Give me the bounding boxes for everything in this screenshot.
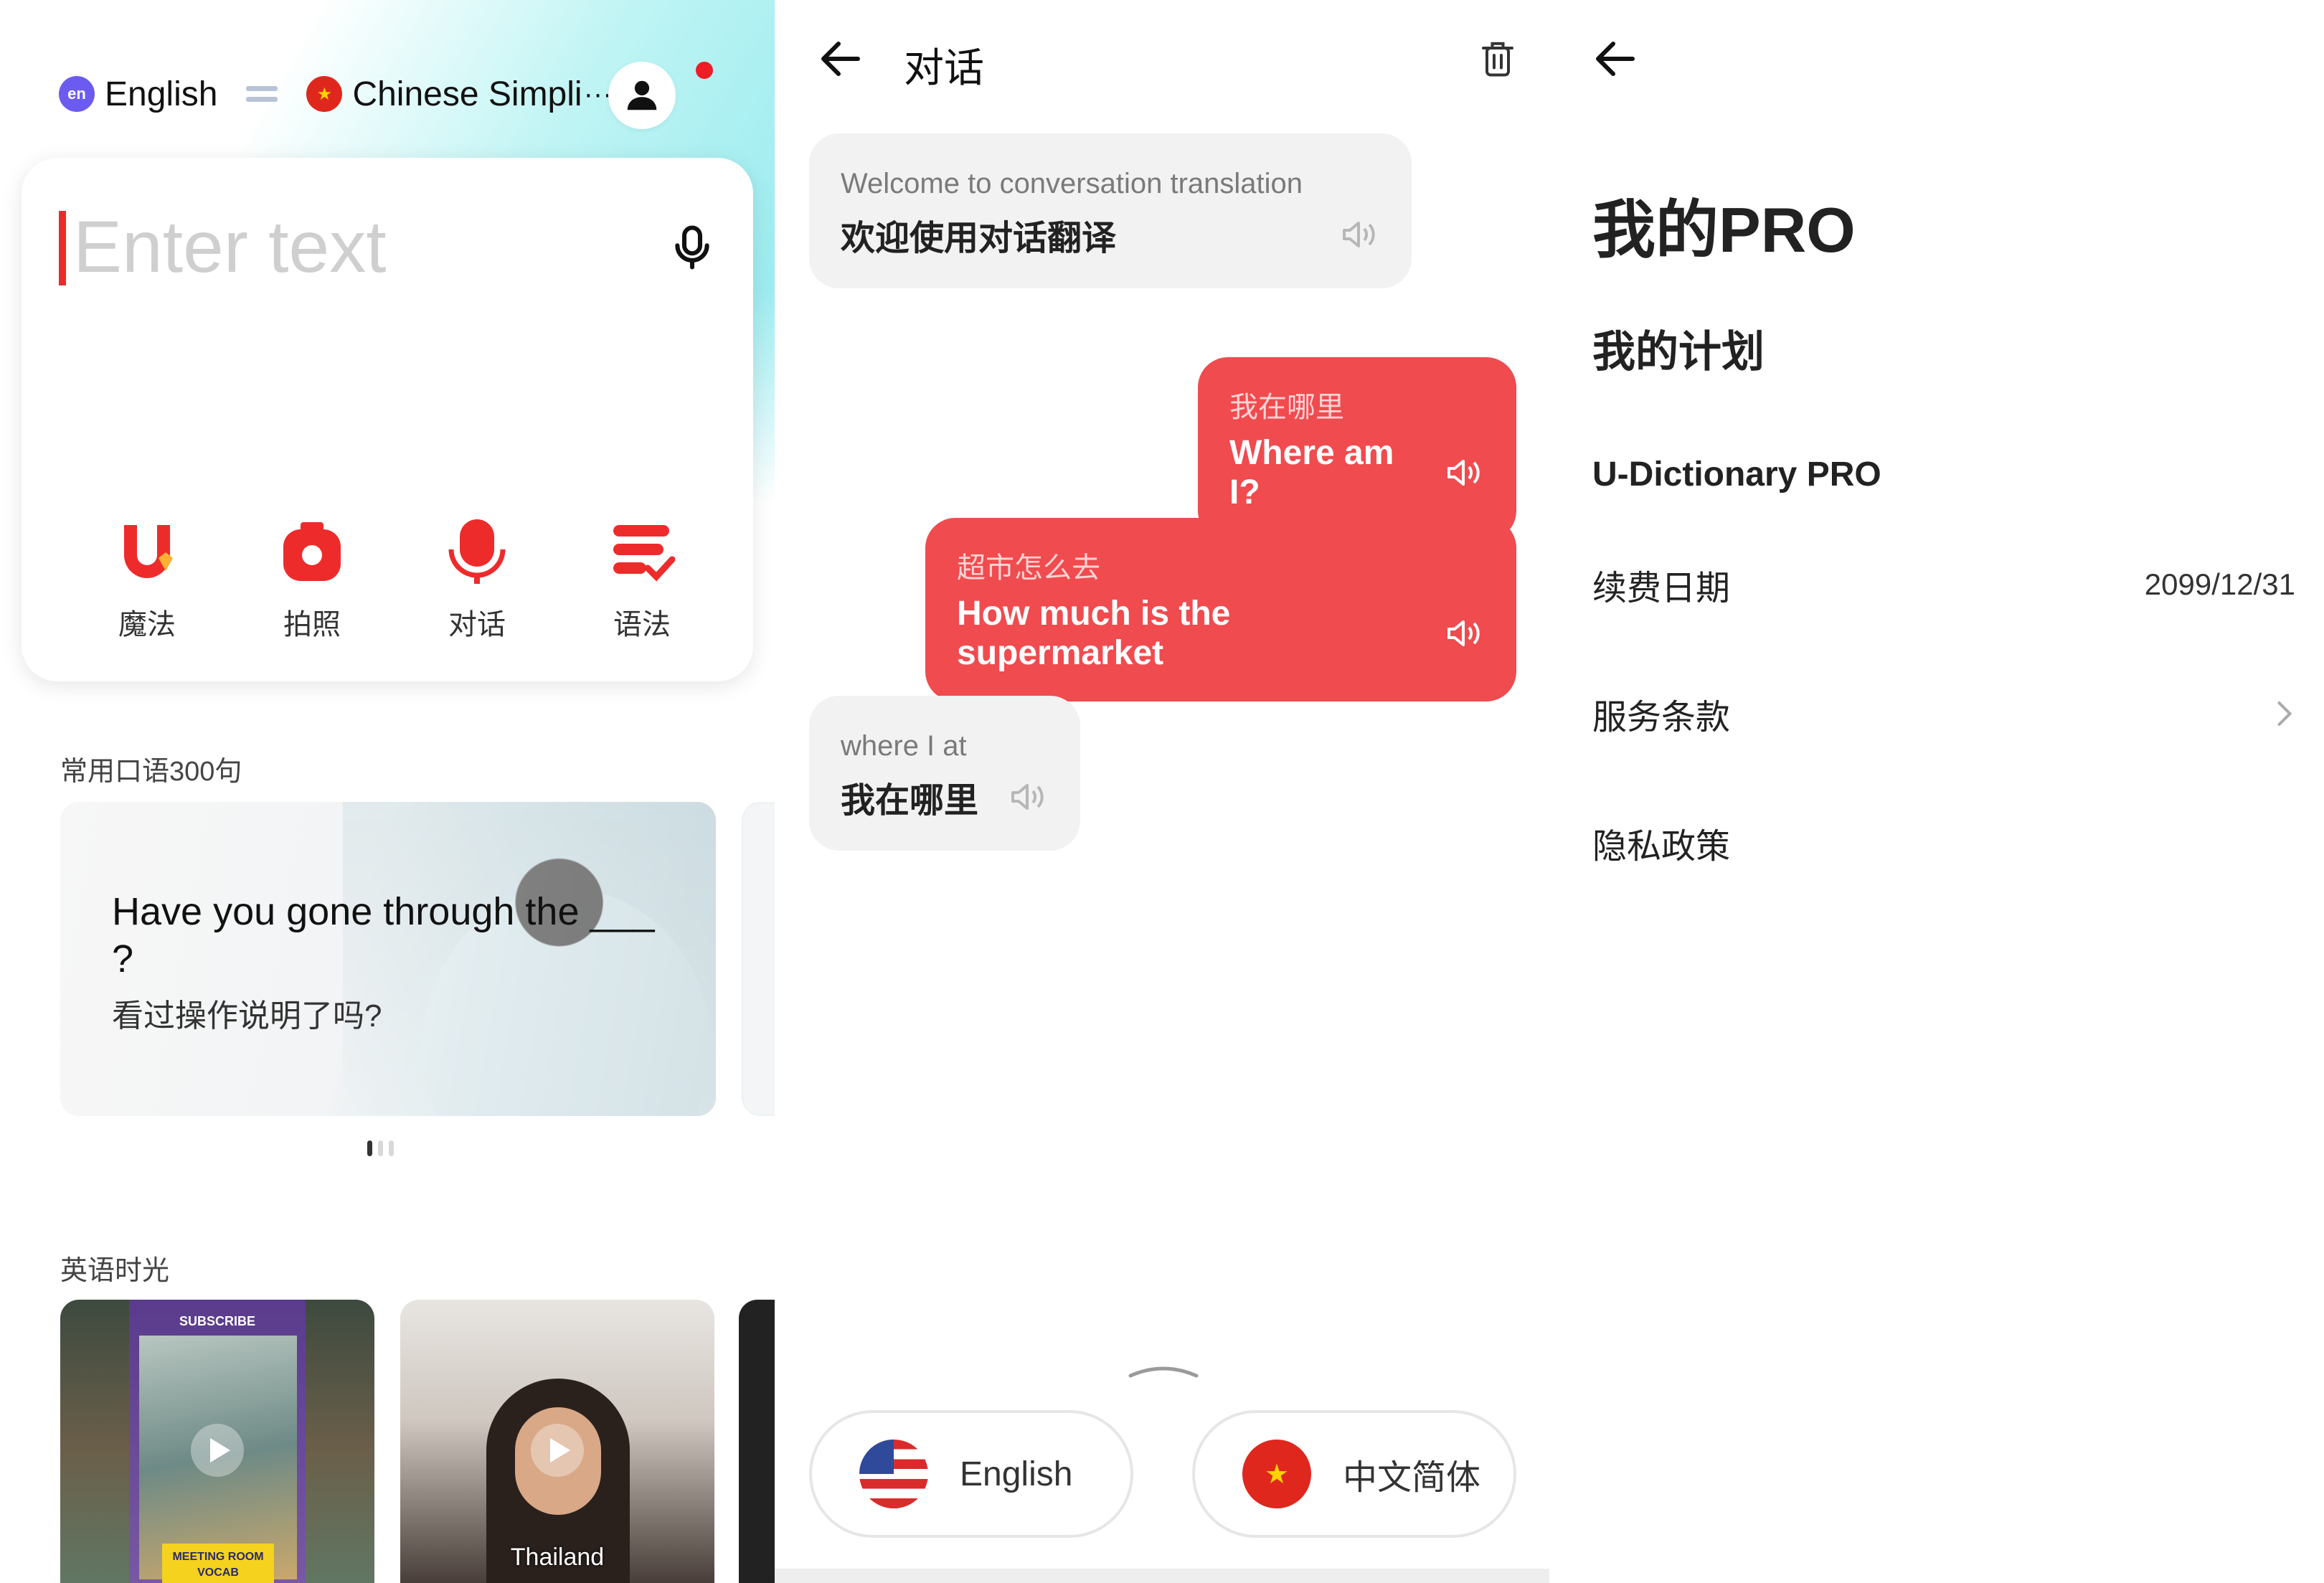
video-caption: Thailand — [510, 1544, 605, 1571]
input-card: Enter text 魔法 拍照 对话 语法 — [22, 158, 753, 681]
feature-camera[interactable]: 拍照 — [230, 516, 395, 643]
feature-grammar-label: 语法 — [613, 609, 671, 641]
plan-name: U-Dictionary PRO — [1592, 455, 1881, 493]
bottom-bar — [775, 1569, 1549, 1583]
play-icon[interactable] — [531, 1424, 584, 1477]
feature-conversation[interactable]: 对话 — [395, 516, 559, 643]
video-caption: MEETING ROOM VOCAB — [162, 1544, 274, 1583]
videos-section-title: 英语时光 — [60, 1256, 170, 1286]
english-badge-icon[interactable]: en — [59, 76, 95, 112]
message-translation: How much is the supermarket — [957, 595, 1231, 672]
feature-camera-label: 拍照 — [283, 609, 341, 641]
source-language[interactable]: English — [105, 75, 217, 114]
conversation-screen: 对话 Welcome to conversation translation 欢… — [775, 0, 1549, 1583]
target-language[interactable]: Chinese Simpli — [352, 75, 582, 114]
message-translation: 我在哪里 — [841, 782, 979, 820]
magic-u-icon — [124, 525, 173, 578]
expand-handle-icon[interactable] — [1128, 1364, 1199, 1379]
my-pro-screen: 我的PRO 我的计划 U-Dictionary PRO 续费日期 2099/12… — [1549, 0, 2324, 1583]
swap-languages-icon[interactable] — [246, 82, 278, 106]
speaker-icon[interactable] — [1340, 217, 1380, 252]
phrase-english: Have you gone through the ___ ? — [112, 890, 655, 980]
trash-icon[interactable] — [1476, 36, 1519, 82]
feature-conversation-label: 对话 — [448, 609, 506, 641]
feature-grammar[interactable]: 语法 — [559, 516, 724, 643]
phrase-chinese: 看过操作说明了吗? — [112, 998, 382, 1034]
language-bar: en English ★ Chinese Simpli ··· — [59, 63, 613, 125]
next-phrase-card[interactable] — [742, 802, 775, 1116]
speaker-icon[interactable] — [1445, 616, 1485, 651]
english-button-label: English — [960, 1455, 1073, 1493]
message-translation: 欢迎使用对话翻译 — [841, 219, 1117, 257]
plan-heading: 我的计划 — [1592, 328, 1765, 376]
renewal-date-row: 续费日期 2099/12/31 — [1592, 552, 2295, 617]
message-translation: Where am I? — [1229, 434, 1394, 511]
renewal-date-label: 续费日期 — [1592, 570, 1731, 608]
profile-button[interactable] — [608, 62, 676, 129]
page-title: 我的PRO — [1592, 194, 1856, 265]
chevron-right-icon — [2277, 701, 2292, 726]
microphone-icon — [448, 519, 506, 584]
video-card[interactable]: SUBSCRIBE MEETING ROOM VOCAB — [60, 1300, 374, 1583]
back-arrow-icon[interactable] — [815, 33, 866, 85]
message-source-text: where I at — [841, 730, 967, 762]
phrase-card[interactable]: Have you gone through the ___ ? 看过操作说明了吗… — [60, 802, 716, 1116]
chinese-speak-button[interactable]: ★ 中文简体 — [1192, 1410, 1516, 1538]
speaker-icon[interactable] — [1009, 780, 1049, 814]
text-cursor — [59, 211, 66, 285]
message-bubble-sent[interactable]: 超市怎么去 How much is the supermarket — [925, 518, 1516, 701]
privacy-policy-label: 隐私政策 — [1592, 828, 1731, 866]
play-icon[interactable] — [191, 1424, 244, 1477]
terms-of-service-row[interactable]: 服务条款 — [1592, 681, 2295, 746]
video-card-peek[interactable] — [739, 1300, 775, 1583]
grammar-icon — [613, 525, 676, 582]
feature-magic[interactable]: 魔法 — [65, 516, 230, 643]
microphone-icon — [675, 225, 709, 270]
feature-magic-label: 魔法 — [118, 609, 176, 641]
chinese-button-label: 中文简体 — [1343, 1459, 1481, 1497]
translate-home-screen: en English ★ Chinese Simpli ··· Enter te… — [0, 0, 775, 1583]
message-source-text: 超市怎么去 — [957, 552, 1100, 584]
phrases-section-title: 常用口语300句 — [60, 757, 242, 787]
page-title: 对话 — [904, 45, 984, 90]
back-arrow-icon[interactable] — [1590, 33, 1641, 85]
camera-icon — [283, 522, 341, 581]
terms-of-service-label: 服务条款 — [1592, 699, 1731, 737]
english-speak-button[interactable]: English — [809, 1410, 1133, 1538]
privacy-policy-row[interactable]: 隐私政策 — [1592, 811, 2295, 875]
message-bubble-sent[interactable]: 我在哪里 Where am I? — [1198, 357, 1516, 541]
notification-dot — [696, 62, 713, 79]
feature-row: 魔法 拍照 对话 语法 — [65, 516, 724, 643]
china-flag-icon[interactable]: ★ — [306, 76, 343, 112]
renewal-date-value: 2099/12/31 — [2144, 567, 2295, 601]
carousel-indicator — [367, 1140, 394, 1156]
cn-flag-icon: ★ — [1242, 1440, 1311, 1508]
message-bubble-received[interactable]: Welcome to conversation translation 欢迎使用… — [809, 133, 1412, 288]
message-source-text: 我在哪里 — [1229, 392, 1344, 423]
voice-input-button[interactable] — [660, 215, 724, 280]
user-icon — [627, 80, 657, 110]
message-source-text: Welcome to conversation translation — [841, 168, 1303, 199]
speaker-icon[interactable] — [1445, 455, 1485, 490]
us-flag-icon — [859, 1440, 928, 1508]
video-subscribe-text: SUBSCRIBE — [179, 1314, 255, 1328]
video-card[interactable]: Thailand — [400, 1300, 714, 1583]
message-bubble-received[interactable]: where I at 我在哪里 — [809, 696, 1080, 851]
text-input[interactable]: Enter text — [73, 205, 387, 289]
